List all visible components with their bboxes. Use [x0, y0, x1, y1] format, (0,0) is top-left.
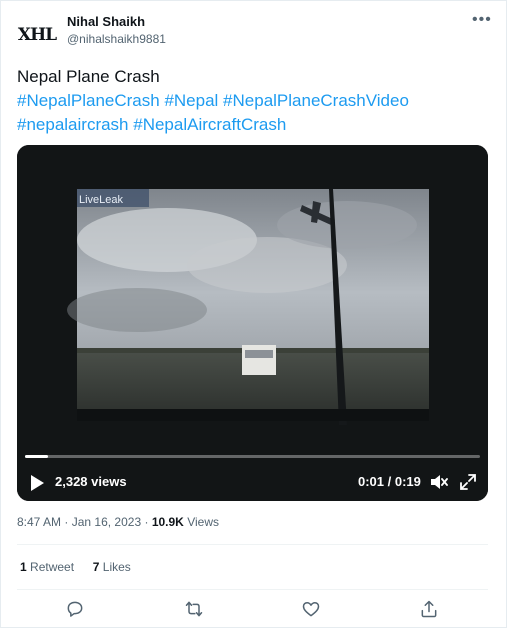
tweet-date[interactable]: Jan 16, 2023	[72, 515, 141, 529]
watermark-text: LiveLeak	[79, 194, 124, 206]
avatar-logo-text: XHL	[17, 25, 57, 45]
hashtag-link[interactable]: #NepalPlaneCrash	[17, 91, 160, 110]
tweet-time[interactable]: 8:47 AM	[17, 515, 61, 529]
tweet-meta: 8:47 AM · Jan 16, 2023 · 10.9K Views	[17, 515, 219, 529]
progress-bar[interactable]	[25, 455, 480, 458]
tweet-text: Nepal Plane Crash #NepalPlaneCrash #Nepa…	[17, 65, 487, 137]
more-icon[interactable]: •••	[472, 11, 492, 29]
likes-count: 7	[92, 560, 100, 574]
retweets-count: 1	[20, 560, 27, 574]
tweet-card: XHL Nihal Shaikh @nihalshaikh9881 ••• Ne…	[0, 0, 507, 628]
tweet-title: Nepal Plane Crash	[17, 67, 160, 86]
retweets-label: Retweet	[30, 560, 75, 574]
hashtag-link[interactable]: #Nepal	[164, 91, 218, 110]
divider	[17, 589, 488, 590]
hashtag-link[interactable]: #nepalaircrash	[17, 115, 129, 134]
divider	[17, 544, 488, 545]
play-icon[interactable]	[29, 474, 45, 492]
author-handle[interactable]: @nihalshaikh9881	[67, 32, 166, 46]
retweets-stat[interactable]: 1 Retweet	[20, 560, 77, 574]
retweet-icon[interactable]	[184, 599, 204, 619]
mute-icon[interactable]	[430, 473, 448, 491]
views-count: 10.9K	[151, 515, 184, 529]
video-time: 0:01 / 0:19	[358, 474, 421, 489]
hashtag-link[interactable]: #NepalAircraftCrash	[133, 115, 286, 134]
progress-fill	[25, 455, 48, 458]
like-icon[interactable]	[301, 599, 321, 619]
reply-icon[interactable]	[65, 599, 85, 619]
likes-label: Likes	[102, 560, 131, 574]
avatar[interactable]: XHL	[17, 15, 57, 55]
hashtag-link[interactable]: #NepalPlaneCrashVideo	[223, 91, 409, 110]
fullscreen-icon[interactable]	[460, 474, 476, 490]
engagement-stats: 1 Retweet 7 Likes	[20, 560, 131, 574]
share-icon[interactable]	[419, 599, 439, 619]
video-frame: LiveLeak	[17, 145, 488, 501]
likes-stat[interactable]: 7 Likes	[93, 560, 131, 574]
video-player[interactable]: LiveLeak 2,328 views 0:01 / 0:19	[17, 145, 488, 501]
video-views: 2,328 views	[55, 474, 127, 489]
author-display-name[interactable]: Nihal Shaikh	[67, 14, 145, 29]
views-label: Views	[187, 515, 219, 529]
